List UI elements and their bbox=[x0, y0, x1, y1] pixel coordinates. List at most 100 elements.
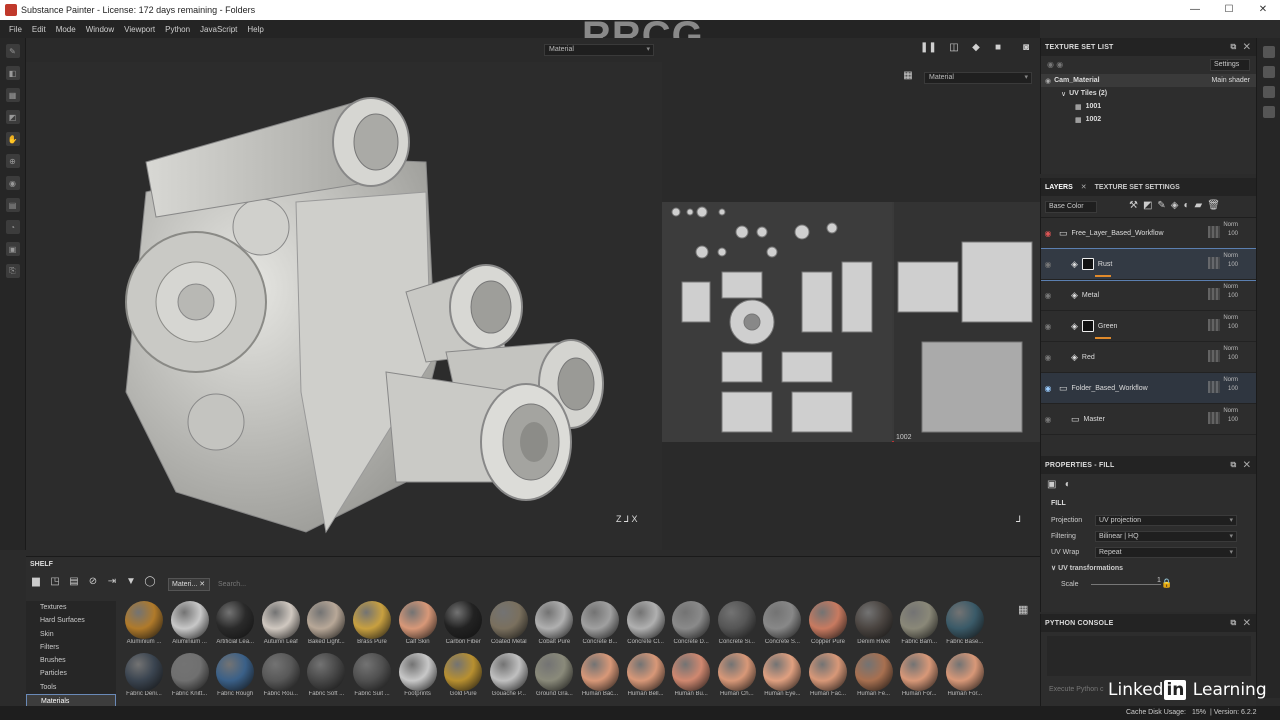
shelf-category-item[interactable]: Brushes bbox=[26, 654, 116, 667]
material-thumbnail[interactable]: Calf Skin bbox=[396, 601, 440, 651]
material-thumbnail[interactable]: Concrete Cl... bbox=[624, 601, 668, 651]
mask-thumbnail[interactable] bbox=[1081, 320, 1094, 332]
material-thumbnail[interactable]: Concrete D... bbox=[669, 601, 713, 651]
bake-icon[interactable]: ◔ bbox=[5, 220, 20, 234]
material-thumbnail[interactable]: Fabric Suit ... bbox=[350, 653, 394, 703]
material-thumbnail[interactable]: Artificial Lea... bbox=[213, 601, 257, 651]
shelf-category-item[interactable]: Hard Surfaces bbox=[26, 614, 116, 627]
layer-row[interactable]: ◉ ◈ Red Norm 100 bbox=[1041, 342, 1256, 373]
material-thumbnail[interactable]: Brass Pure bbox=[350, 601, 394, 651]
python-console-output[interactable] bbox=[1047, 636, 1251, 676]
hide-icon[interactable]: ⊘ bbox=[87, 576, 99, 588]
layer-opacity[interactable]: 100 bbox=[1223, 261, 1238, 270]
import-icon[interactable]: ⇥ bbox=[106, 576, 118, 588]
material-thumbnail[interactable]: Coated Metal bbox=[487, 601, 531, 651]
material-thumbnail[interactable]: Fabric Bam... bbox=[897, 601, 941, 651]
chevron-down-icon[interactable]: ∨ bbox=[1061, 90, 1066, 98]
viewport-2d[interactable]: ▦ Material 1002 ⅃ bbox=[662, 62, 1040, 550]
material-tab-icon[interactable]: ▣ bbox=[1047, 479, 1056, 490]
layer-blend[interactable]: Norm 100 bbox=[1223, 407, 1238, 425]
layer-row[interactable]: ◉ ▭ Folder_Based_Workflow Norm 100 bbox=[1041, 373, 1256, 404]
layer-blend[interactable]: Norm 100 bbox=[1223, 221, 1238, 239]
smudge-icon[interactable]: ✋ bbox=[5, 132, 20, 146]
menu-window[interactable]: Window bbox=[86, 25, 114, 34]
visibility-icon[interactable]: ◉ ◉ bbox=[1047, 60, 1063, 69]
viewport-3d-mode-select[interactable]: Material bbox=[544, 44, 654, 56]
camera-settings-icon[interactable] bbox=[1262, 46, 1275, 58]
layer-grid-icon[interactable] bbox=[1208, 381, 1220, 393]
material-thumbnail[interactable]: Human Eye... bbox=[760, 653, 804, 703]
maximize-button[interactable]: ☐ bbox=[1212, 0, 1246, 20]
layer-grid-icon[interactable] bbox=[1208, 319, 1220, 331]
uv-tile-row[interactable]: ▦ 1001 bbox=[1041, 100, 1256, 113]
close-button[interactable]: ✕ bbox=[1246, 0, 1280, 20]
material-thumbnail[interactable]: Footprints bbox=[396, 653, 440, 703]
uvwrap-select[interactable]: Repeat bbox=[1095, 546, 1237, 558]
material-thumbnail[interactable]: Ground Gra... bbox=[532, 653, 576, 703]
filter-tag[interactable]: Materi... ✕ bbox=[168, 578, 210, 591]
viewport-2d-mode-select[interactable]: Material bbox=[924, 72, 1032, 84]
blend-mode[interactable]: Norm bbox=[1223, 283, 1238, 292]
projection-icon[interactable]: ▦ bbox=[5, 88, 20, 102]
material-thumbnail[interactable]: Autumn Leaf bbox=[259, 601, 303, 651]
projection-select[interactable]: UV projection bbox=[1095, 514, 1237, 526]
layer-row[interactable]: ◉ ▭ Master Norm 100 bbox=[1041, 404, 1256, 435]
pause-icon[interactable]: ❚❚ bbox=[920, 42, 937, 54]
layer-blend[interactable]: Norm 100 bbox=[1223, 376, 1238, 394]
eye-icon[interactable]: ◉ bbox=[1041, 384, 1055, 393]
cube-icon[interactable]: ◆ bbox=[970, 42, 982, 54]
uv-tile-row[interactable]: ▦ 1002 bbox=[1041, 113, 1256, 126]
clone-icon[interactable]: ⊕ bbox=[5, 154, 20, 168]
save-icon[interactable]: ▤ bbox=[68, 576, 80, 588]
grid-view-icon[interactable]: ▦ bbox=[1018, 603, 1028, 616]
material-thumbnail[interactable]: Human Bu... bbox=[669, 653, 713, 703]
layer-row[interactable]: ◉ ◈ Green Norm 100 bbox=[1041, 311, 1256, 342]
menu-viewport[interactable]: Viewport bbox=[124, 25, 155, 34]
material-thumbnail[interactable]: Copper Pure bbox=[806, 601, 850, 651]
shelf-category-item[interactable]: Textures bbox=[26, 601, 116, 614]
material-thumbnail[interactable]: Baked Light... bbox=[304, 601, 348, 651]
filtering-select[interactable]: Bilinear | HQ bbox=[1095, 530, 1237, 542]
material-thumbnail[interactable]: Human Fac... bbox=[806, 653, 850, 703]
layer-grid-icon[interactable] bbox=[1208, 257, 1220, 269]
shelf-category-item[interactable]: Particles bbox=[26, 667, 116, 680]
material-thumbnail[interactable]: Fabric Rou... bbox=[259, 653, 303, 703]
layer-opacity[interactable]: 100 bbox=[1223, 416, 1238, 425]
mask-tab-icon[interactable]: ◐ bbox=[1065, 479, 1071, 490]
split-view-icon[interactable]: ◫ bbox=[948, 42, 960, 54]
layer-actions-icon[interactable]: ⚒◩✎◈◐▰🗑 bbox=[1129, 200, 1225, 211]
tab-layers[interactable]: LAYERS bbox=[1041, 184, 1077, 191]
material-thumbnail[interactable]: Fabric Soft ... bbox=[304, 653, 348, 703]
eye-icon[interactable]: ◉ bbox=[1041, 291, 1055, 300]
uv-tiles-row[interactable]: ∨ UV Tiles (2) bbox=[1041, 87, 1256, 100]
eye-icon[interactable]: ◉ bbox=[1041, 353, 1055, 362]
layer-opacity[interactable]: 100 bbox=[1223, 292, 1238, 301]
viewport-3d[interactable]: Z ⅃ X bbox=[26, 62, 662, 550]
python-console-input[interactable]: Execute Python c bbox=[1049, 686, 1103, 693]
layer-grid-icon[interactable] bbox=[1208, 226, 1220, 238]
menu-file[interactable]: File bbox=[9, 25, 22, 34]
shelf-category-item[interactable]: Skin bbox=[26, 628, 116, 641]
material-thumbnail[interactable]: Concrete Si... bbox=[715, 601, 759, 651]
material-thumbnail[interactable]: Human Bac... bbox=[578, 653, 622, 703]
folder-icon[interactable]: ▆ bbox=[30, 576, 42, 588]
material-thumbnail[interactable]: Human For... bbox=[943, 653, 987, 703]
panel-close-icon[interactable]: ⧉ ✕ bbox=[1231, 614, 1250, 632]
material-thumbnail[interactable]: Carbon Fiber bbox=[441, 601, 485, 651]
blend-mode[interactable]: Norm bbox=[1223, 345, 1238, 354]
layer-row[interactable]: ◉ ◈ Rust Norm 100 bbox=[1041, 248, 1256, 281]
layer-row[interactable]: ◉ ▭ Free_Layer_Based_Workflow Norm 100 bbox=[1041, 218, 1256, 249]
material-thumbnail[interactable]: Fabric Base... bbox=[943, 601, 987, 651]
material-thumbnail[interactable]: Denim Rivet bbox=[852, 601, 896, 651]
blend-mode[interactable]: Norm bbox=[1223, 221, 1238, 230]
material-thumbnail[interactable]: Aluminium ... bbox=[122, 601, 166, 651]
eraser-icon[interactable]: ◧ bbox=[5, 66, 20, 80]
menu-edit[interactable]: Edit bbox=[32, 25, 46, 34]
layer-row[interactable]: ◉ ◈ Metal Norm 100 bbox=[1041, 280, 1256, 311]
layer-blend[interactable]: Norm 100 bbox=[1223, 345, 1238, 363]
eye-icon[interactable]: ◉ bbox=[1041, 260, 1055, 269]
material-thumbnail[interactable]: Human Fe... bbox=[852, 653, 896, 703]
layer-blend[interactable]: Norm 100 bbox=[1223, 314, 1238, 332]
uv-transformations-row[interactable]: ∨ UV transformations bbox=[1041, 560, 1256, 576]
blend-mode[interactable]: Norm bbox=[1223, 252, 1238, 261]
